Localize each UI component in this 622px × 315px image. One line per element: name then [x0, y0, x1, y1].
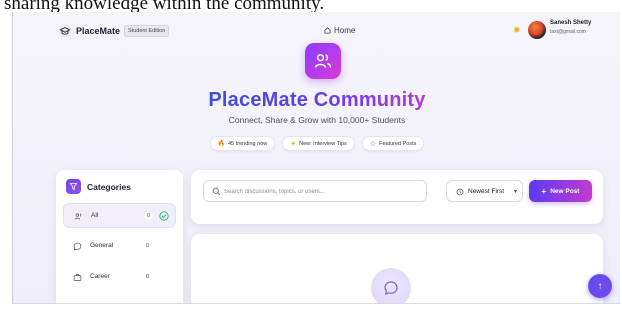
- home-link[interactable]: Home: [324, 26, 355, 35]
- chip-interview-tips[interactable]: ✦ New: Interview Tips: [282, 136, 355, 151]
- fire-icon: 🔥: [217, 141, 226, 147]
- home-icon: [324, 27, 331, 34]
- search-input[interactable]: [224, 185, 419, 198]
- app-logo-text[interactable]: PlaceMate: [76, 26, 120, 36]
- briefcase-icon: [73, 274, 82, 281]
- sidebar-item-all[interactable]: All 0: [63, 203, 176, 228]
- arrow-up-icon: ↑: [597, 280, 603, 292]
- chip-trending-label: 45 trending now: [228, 140, 268, 147]
- edition-badge: Student Edition: [124, 25, 170, 37]
- page-title: PlaceMate Community: [13, 89, 620, 112]
- users-icon: [74, 213, 82, 220]
- users-glyph-icon: [314, 54, 332, 68]
- star-icon: ☆: [369, 140, 377, 148]
- highlight-chips: 🔥 45 trending now ✦ New: Interview Tips …: [13, 136, 620, 151]
- new-post-button-label: New Post: [550, 187, 580, 195]
- categories-title: Categories: [87, 181, 131, 192]
- avatar[interactable]: [528, 21, 546, 39]
- chip-interview-tips-label: New: Interview Tips: [299, 140, 347, 147]
- category-count-badge: 0: [143, 273, 153, 281]
- home-link-label: Home: [334, 26, 356, 35]
- posts-feed-panel: [191, 234, 603, 303]
- filter-icon: [66, 179, 81, 194]
- page-subtitle: Connect, Share & Grow with 10,000+ Stude…: [228, 115, 406, 125]
- chat-icon: [73, 242, 82, 251]
- sidebar-item-label: Career: [90, 273, 110, 280]
- search-icon: [212, 187, 221, 196]
- search-toolbar: Newest First ▾ + New Post: [191, 170, 603, 224]
- chip-featured-posts[interactable]: ☆ Featured Posts: [361, 136, 425, 151]
- page-title-text: PlaceMate Community: [208, 89, 426, 111]
- scroll-to-top-button[interactable]: ↑: [588, 274, 612, 298]
- categories-sidebar: Categories All 0 General 0 Career 0: [56, 170, 183, 303]
- theme-toggle-sun-icon[interactable]: ✹: [513, 26, 522, 35]
- app-window: PlaceMate Student Edition Home ✹ Sanesh …: [12, 12, 620, 304]
- sidebar-item-label: All: [91, 212, 99, 219]
- categories-header: Categories: [66, 179, 131, 194]
- clock-icon: [456, 188, 464, 196]
- sidebar-item-general[interactable]: General 0: [63, 234, 176, 259]
- user-name: Sanesh Shetty: [550, 20, 592, 26]
- community-users-icon: [305, 43, 341, 79]
- check-circle-icon: [159, 211, 169, 221]
- chip-trending[interactable]: 🔥 45 trending now: [209, 136, 276, 151]
- empty-state-chat-icon: [371, 268, 411, 303]
- chip-featured-posts-label: Featured Posts: [379, 140, 417, 147]
- sparkle-icon: ✦: [290, 140, 297, 148]
- plus-icon: +: [541, 186, 547, 196]
- graduation-cap-icon: [58, 24, 72, 38]
- category-count-badge: 0: [143, 242, 153, 250]
- search-field[interactable]: [203, 180, 427, 202]
- top-navbar: PlaceMate Student Edition Home ✹ Sanesh …: [13, 20, 620, 42]
- sidebar-item-career[interactable]: Career 0: [63, 265, 176, 290]
- chevron-down-icon: ▾: [514, 189, 518, 195]
- sidebar-item-label: General: [90, 242, 114, 249]
- sort-dropdown-label: Newest First: [468, 188, 505, 195]
- sort-dropdown[interactable]: Newest First ▾: [446, 180, 523, 202]
- new-post-button[interactable]: + New Post: [529, 180, 592, 202]
- category-count-badge: 0: [144, 212, 154, 220]
- user-email: taxt@gmail.com: [550, 29, 586, 35]
